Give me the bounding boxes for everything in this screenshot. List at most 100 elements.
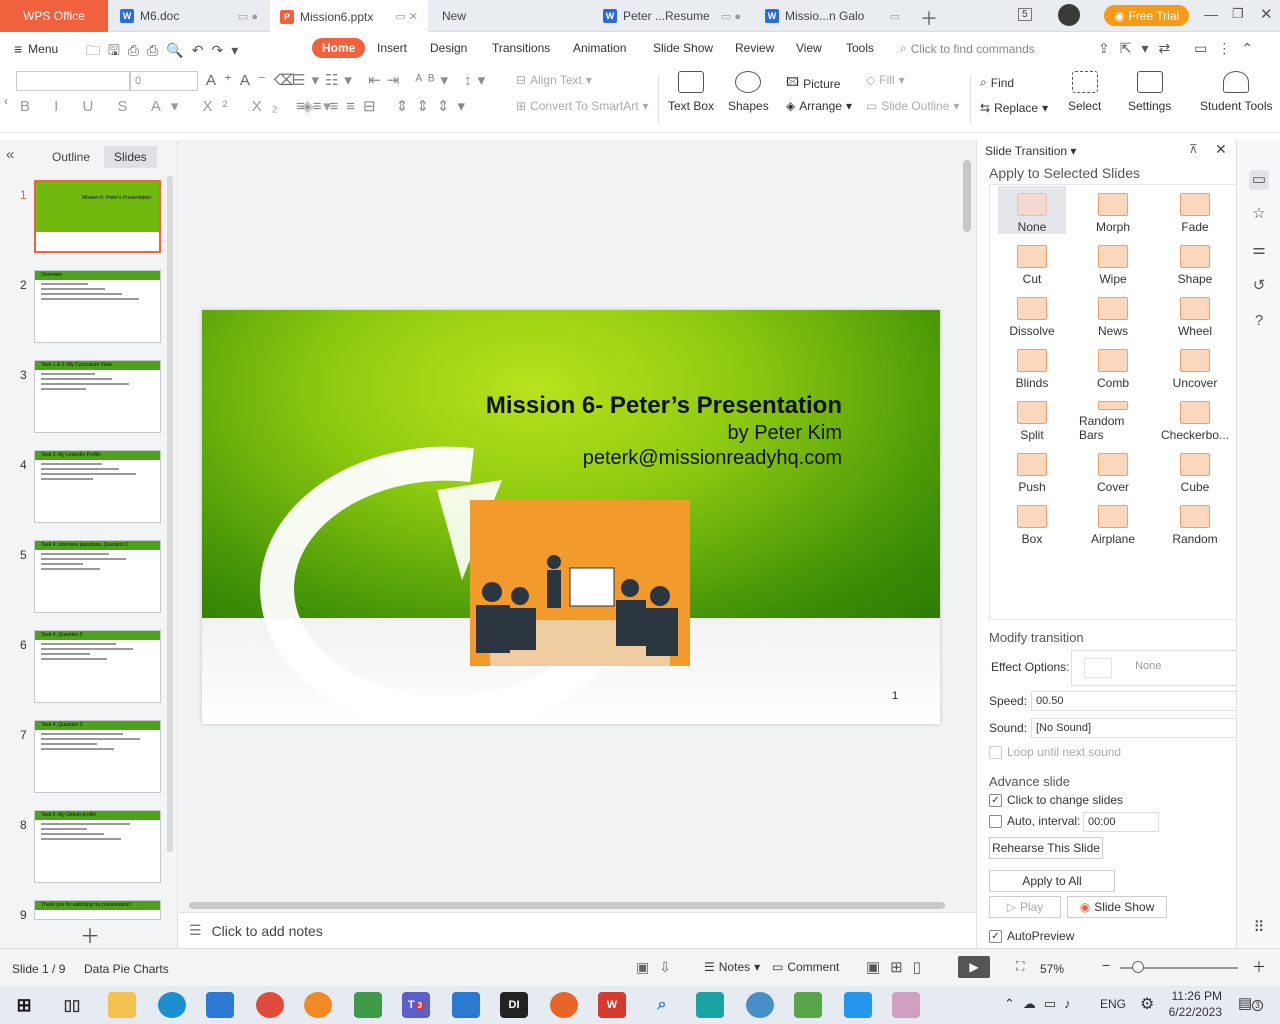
- format-icons[interactable]: B I U S A▾ X² X₂ ◈▾: [20, 97, 341, 115]
- view-mode-icons[interactable]: ▣⊞▯: [866, 958, 931, 976]
- transition-effect-wheel[interactable]: Wheel: [1161, 290, 1229, 338]
- fit-icons[interactable]: ▣⇩: [636, 959, 681, 976]
- slide-thumbnail-row[interactable]: 1 Mission 6- Peter's Presentation: [0, 180, 170, 254]
- add-slide-icon[interactable]: ＋: [80, 920, 100, 949]
- help-icon[interactable]: ?: [1249, 312, 1269, 332]
- transition-effect-checkerbo[interactable]: Checkerbo...: [1161, 394, 1229, 442]
- zoom-in-icon[interactable]: ＋: [1252, 957, 1266, 977]
- click-change-checkbox[interactable]: ✓ Click to change slides: [989, 793, 1123, 808]
- loop-checkbox[interactable]: Loop until next sound: [989, 745, 1121, 760]
- task-view-icon[interactable]: ▯▯: [58, 992, 86, 1018]
- new-tab-plus-icon[interactable]: ＋: [920, 5, 938, 31]
- language-indicator[interactable]: ENG: [1100, 997, 1126, 1011]
- slide-thumbnail-row[interactable]: 5 Task 4: Interview questions, Question 1: [0, 540, 170, 614]
- transition-effect-cube[interactable]: Cube: [1161, 446, 1229, 494]
- avatar[interactable]: [1058, 4, 1080, 26]
- store-icon[interactable]: [206, 992, 234, 1018]
- window-close-icon[interactable]: ✕: [1260, 5, 1273, 23]
- student-tools-button[interactable]: Student Tools: [1200, 71, 1273, 113]
- close-icon[interactable]: ▭ ●: [238, 10, 258, 23]
- tab-mission6-pptx[interactable]: P Mission6.pptx ▭ ✕: [270, 0, 428, 33]
- fill-button[interactable]: ◇ Fill ▾: [866, 73, 905, 87]
- align-text-button[interactable]: ⊟ Align Text ▾: [516, 73, 592, 87]
- transition-effect-shape[interactable]: Shape: [1161, 238, 1229, 286]
- clock-time[interactable]: 11:26 PM: [1170, 989, 1222, 1003]
- play-button[interactable]: ▷ Play: [989, 896, 1061, 918]
- clock-date[interactable]: 6/22/2023: [1166, 1005, 1222, 1019]
- settings-button[interactable]: Settings: [1128, 71, 1171, 113]
- pin-icon[interactable]: ⊼: [1189, 142, 1198, 156]
- close-icon[interactable]: ▭: [890, 10, 900, 23]
- transition-effect-random-bars[interactable]: Random Bars: [1079, 394, 1147, 442]
- teams-icon[interactable]: T3: [402, 992, 430, 1018]
- tab-transitions[interactable]: Transitions: [492, 41, 550, 55]
- slide-outline-button[interactable]: ▭ Slide Outline ▾: [866, 99, 959, 113]
- tab-slide-show[interactable]: Slide Show: [653, 41, 713, 55]
- sound-select[interactable]: [No Sound]: [1031, 718, 1239, 738]
- align-icons[interactable]: ≡≡≡≡⊟ ⇕⇕⇕▾: [296, 97, 473, 115]
- file-explorer-icon[interactable]: [108, 992, 136, 1018]
- slide-email[interactable]: peterk@missionreadyhq.com: [583, 447, 842, 470]
- slide-thumbnail[interactable]: Task 4, Question 3: [34, 720, 161, 793]
- docker-icon[interactable]: [844, 992, 872, 1018]
- rehearse-button[interactable]: Rehearse This Slide: [989, 837, 1103, 859]
- notification-icon[interactable]: ▤ 3: [1238, 994, 1263, 1012]
- edge-icon[interactable]: [158, 992, 186, 1018]
- auto-interval-checkbox[interactable]: Auto, interval:: [989, 814, 1080, 829]
- zoom-out-icon[interactable]: −: [1102, 957, 1110, 973]
- notes-toggle[interactable]: ☰ Notes ▾: [704, 960, 760, 974]
- transition-pane-icon[interactable]: ▭: [1249, 170, 1269, 190]
- play-slideshow-button[interactable]: ▶: [958, 956, 990, 978]
- apply-all-button[interactable]: Apply to All: [989, 870, 1115, 892]
- grid-icon[interactable]: ⠿: [1249, 918, 1269, 938]
- picture-button[interactable]: 🖾 Picture: [786, 73, 840, 94]
- replace-button[interactable]: ⇆ Replace ▾: [980, 101, 1048, 115]
- tab-home[interactable]: Home: [312, 38, 366, 58]
- transition-effect-split[interactable]: Split: [998, 394, 1066, 442]
- firefox-icon[interactable]: [550, 992, 578, 1018]
- close-icon[interactable]: ▭ ●: [721, 10, 741, 23]
- share-icons[interactable]: ⇪⇱▾⇄ ▭⋮⌃: [1098, 40, 1263, 57]
- sheets-icon[interactable]: [354, 992, 382, 1018]
- tab-view[interactable]: View: [796, 41, 822, 55]
- tab-outline[interactable]: Outline: [52, 150, 90, 164]
- tab-resume[interactable]: W Peter ...Resume ▭ ●: [593, 0, 751, 32]
- tab-slides[interactable]: Slides: [104, 146, 157, 168]
- slide-thumbnail-row[interactable]: 9 Thank you for watching my presentation!: [0, 900, 170, 922]
- transition-effect-box[interactable]: Box: [998, 498, 1066, 546]
- tab-insert[interactable]: Insert: [377, 41, 407, 55]
- tray-icons[interactable]: ⌃☁▭♪: [1004, 996, 1079, 1012]
- autopreview-checkbox[interactable]: ✓ AutoPreview: [989, 929, 1074, 944]
- app-icon-b[interactable]: [746, 992, 774, 1018]
- effect-options-select[interactable]: None: [1071, 650, 1241, 686]
- notes-area[interactable]: ☰ Click to add notes: [179, 912, 976, 948]
- wps-icon[interactable]: W: [598, 992, 626, 1018]
- transition-effect-uncover[interactable]: Uncover: [1161, 342, 1229, 390]
- search-app-icon[interactable]: ⌕: [648, 992, 676, 1018]
- slide-thumbnail[interactable]: Overview: [34, 270, 161, 343]
- slide-thumbnail-row[interactable]: 2 Overview: [0, 270, 170, 344]
- properties-sliders-icon[interactable]: ⚌: [1249, 240, 1269, 260]
- history-icon[interactable]: ↺: [1249, 276, 1269, 296]
- slide-thumbnail[interactable]: Task 4, Question 2: [34, 630, 161, 703]
- tab-wps-office[interactable]: WPS Office: [0, 0, 108, 32]
- transition-effect-dissolve[interactable]: Dissolve: [998, 290, 1066, 338]
- transition-effect-random[interactable]: Random: [1161, 498, 1229, 546]
- slide-thumbnail[interactable]: Task 4: Interview questions, Question 1: [34, 540, 161, 613]
- transition-effect-cut[interactable]: Cut: [998, 238, 1066, 286]
- close-icon[interactable]: ▭ ✕: [395, 10, 418, 23]
- transition-effect-news[interactable]: News: [1079, 290, 1147, 338]
- text-box-button[interactable]: Text Box: [668, 71, 714, 113]
- fit-window-icon[interactable]: ⛶: [1016, 959, 1024, 974]
- chrome-icon[interactable]: [256, 992, 284, 1018]
- free-trial-button[interactable]: ◉ Free Trial: [1104, 5, 1190, 26]
- animation-star-icon[interactable]: ☆: [1249, 204, 1269, 224]
- tab-animation[interactable]: Animation: [573, 41, 626, 55]
- transition-effect-push[interactable]: Push: [998, 446, 1066, 494]
- windows-start-icon[interactable]: ⊞: [10, 992, 38, 1018]
- tab-m6-doc[interactable]: W M6.doc ▭ ●: [110, 0, 268, 32]
- list-icons[interactable]: ☰▾☷▾ ⇤⇥ ᴬᴮ▾ ↕▾: [292, 71, 491, 89]
- vscode-icon[interactable]: [452, 992, 480, 1018]
- horizontal-scrollbar[interactable]: [189, 902, 945, 909]
- speed-input[interactable]: 00.50: [1031, 691, 1239, 711]
